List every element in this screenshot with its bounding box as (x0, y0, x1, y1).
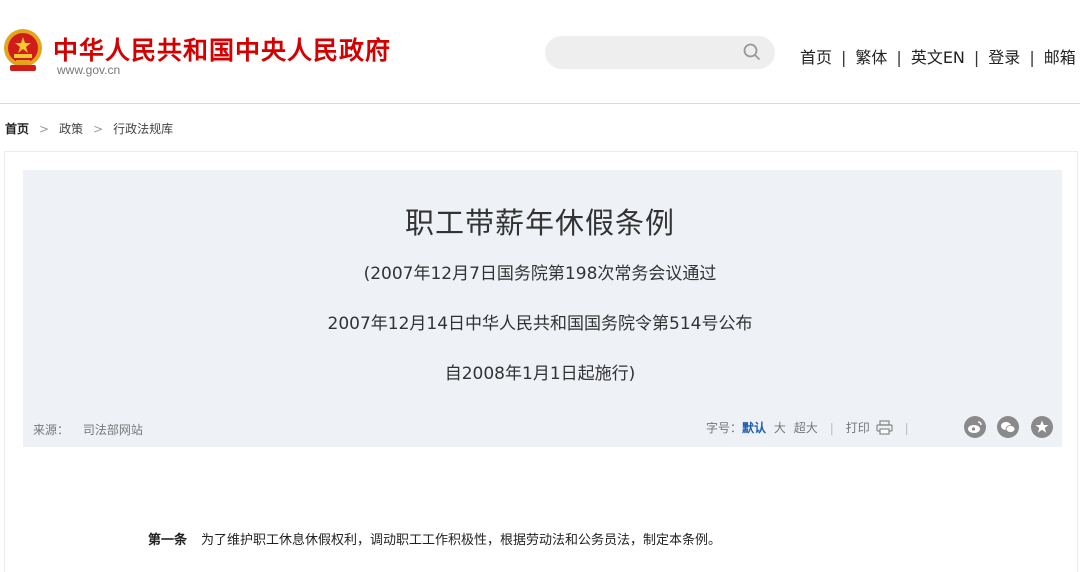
nav-traditional[interactable]: 繁体 (855, 48, 887, 67)
breadcrumb-library[interactable]: 行政法规库 (113, 122, 173, 136)
article-clause-1: 第一条 为了维护职工休息休假权利，调动职工工作积极性，根据劳动法和公务员法，制定本… (148, 529, 721, 548)
source-value: 司法部网站 (82, 423, 143, 437)
weibo-share-button[interactable] (964, 416, 986, 438)
nav-divider: | (1029, 48, 1035, 67)
favorite-button[interactable] (1031, 416, 1053, 438)
source-label: 来源： (33, 423, 70, 437)
clause-text: 为了维护职工休息休假权利，调动职工工作积极性，根据劳动法和公务员法，制定本条例。 (201, 533, 722, 548)
nav-divider: | (841, 48, 847, 67)
site-header: 中华人民共和国中央人民政府 www.gov.cn 首页 | 繁体 | 英文EN | 登录 | 邮… (0, 0, 1080, 104)
chevron-right-icon: > (39, 122, 50, 136)
site-url[interactable]: www.gov.cn (57, 63, 120, 77)
weibo-icon (968, 421, 982, 433)
page-title: 职工带薪年休假条例 (404, 206, 675, 240)
print-icon (876, 420, 893, 435)
top-nav: 首页 | 繁体 | 英文EN | 登录 | 邮箱 (800, 44, 1076, 68)
article-subtitle-effective: 自2008年1月1日起施行) (444, 364, 636, 384)
nav-mail[interactable]: 邮箱 (1044, 48, 1076, 67)
print-button[interactable]: 打印 (845, 420, 893, 435)
search-input[interactable] (545, 36, 775, 69)
nav-login[interactable]: 登录 (988, 48, 1020, 67)
article-subtitle-promulgated: 2007年12月14日中华人民共和国国务院令第514号公布 (327, 314, 753, 334)
chevron-right-icon: > (93, 122, 104, 136)
font-size-large-button[interactable]: 大 (774, 421, 786, 435)
nav-home[interactable]: 首页 (800, 48, 832, 67)
font-size-label: 字号： (706, 421, 743, 435)
breadcrumb-policy[interactable]: 政策 (59, 122, 83, 136)
nav-divider: | (973, 48, 980, 67)
tools-divider: | (904, 421, 909, 435)
clause-label: 第一条 (148, 533, 188, 548)
wechat-share-button[interactable] (997, 416, 1019, 438)
article-subtitle-adopted: (2007年12月7日国务院第198次常务会议通过 (363, 264, 717, 284)
nav-english[interactable]: 英文EN (911, 48, 965, 67)
breadcrumb-home[interactable]: 首页 (5, 122, 29, 136)
article-tools: 字号：默认 大 超大 | 打印 | (706, 419, 921, 436)
national-emblem-logo[interactable] (2, 27, 44, 75)
wechat-icon (1001, 422, 1016, 433)
print-label: 打印 (845, 421, 870, 435)
nav-divider: | (896, 48, 902, 67)
font-size-default-button[interactable]: 默认 (742, 421, 766, 435)
tools-divider: | (829, 421, 834, 435)
favorite-icon (1035, 420, 1049, 433)
search-icon[interactable] (743, 43, 761, 61)
article-source: 来源： 司法部网站 (33, 421, 143, 438)
breadcrumb: 首页 > 政策 > 行政法规库 (5, 120, 173, 137)
font-size-xlarge-button[interactable]: 超大 (794, 421, 818, 435)
site-title[interactable]: 中华人民共和国中央人民政府 (53, 31, 391, 67)
